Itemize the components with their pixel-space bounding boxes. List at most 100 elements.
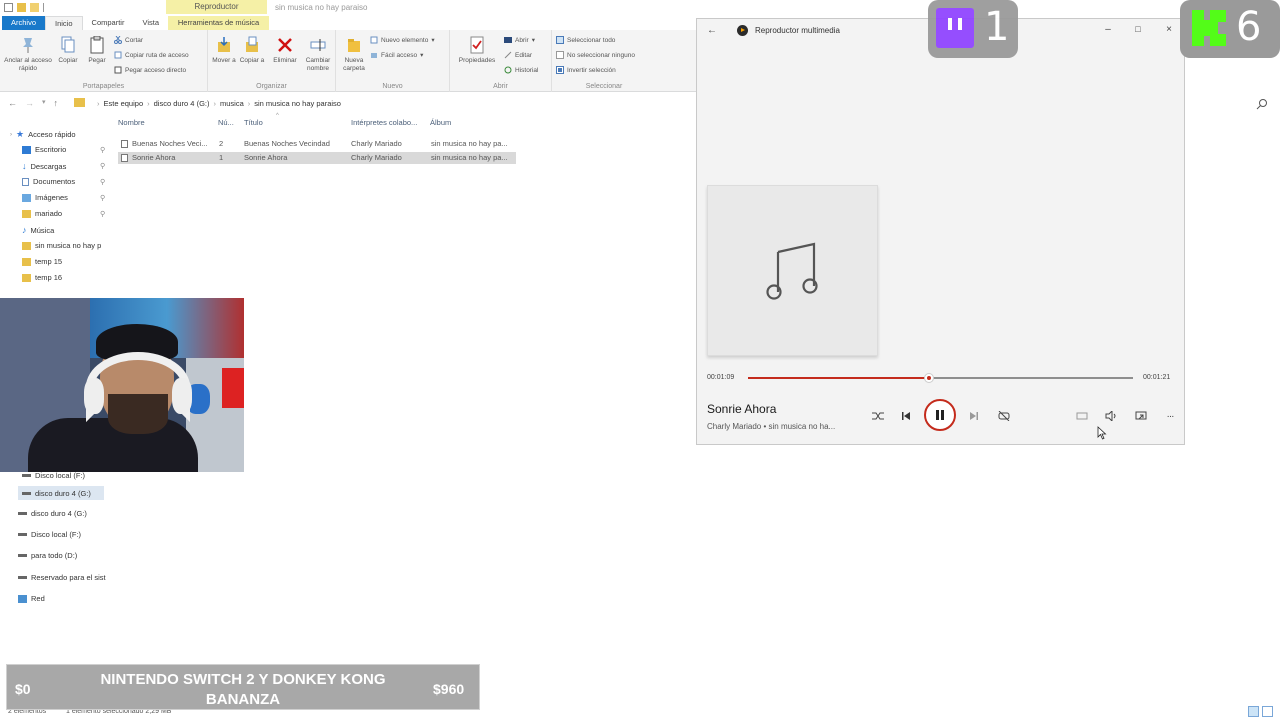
easy-access-button[interactable]: Fácil acceso ▾ [370,51,423,59]
breadcrumb-sep-icon: › [213,99,216,108]
copy-button[interactable]: Copiar [54,36,82,65]
column-header-album[interactable]: Álbum [430,118,451,127]
song-artist-album[interactable]: Charly Mariado • sin musica no ha... [707,422,835,431]
volume-button[interactable] [1103,408,1119,424]
properties-button[interactable]: Propiedades [454,36,500,65]
repeat-button[interactable] [996,408,1012,424]
nav-item-temp-15[interactable]: temp 15 [22,257,62,266]
nav-item-downloads[interactable]: ↓ Descargas ⚲ [22,161,105,171]
minimize-icon[interactable]: – [1101,24,1115,35]
back-arrow-icon[interactable]: ← [707,25,717,36]
tab-inicio[interactable]: Inicio [45,16,83,30]
breadcrumb-item[interactable]: sin musica no hay paraiso [254,99,341,108]
breadcrumb-sep-icon: › [247,99,251,108]
nav-item-drive[interactable]: para todo (D:) [18,551,77,560]
seek-bar[interactable] [748,373,1133,383]
tab-archivo[interactable]: Archivo [2,16,46,30]
history-button[interactable]: Historial [504,66,538,74]
large-icons-view-icon[interactable] [1262,706,1273,717]
column-header-name[interactable]: Nombre [118,118,145,127]
file-artist: Charly Mariado [351,153,402,162]
dropdown-caret-icon: ▾ [420,52,424,59]
open-button[interactable]: Abrir ▾ [504,36,535,44]
column-header-title[interactable]: Título [244,118,263,127]
tab-herramientas-musica[interactable]: Herramientas de música [168,16,270,30]
move-to-button[interactable]: Mover a [210,36,238,65]
new-folder-button[interactable]: Nueva carpeta [340,36,368,73]
pause-button[interactable] [924,399,956,431]
tab-vista[interactable]: Vista [133,16,168,30]
copy-to-button[interactable]: Copiar a [238,36,266,65]
cast-button[interactable] [1133,408,1149,424]
rename-button[interactable]: Cambiar nombre [302,36,334,73]
nav-item-drive[interactable]: disco duro 4 (G:) [18,509,87,518]
nav-item-desktop[interactable]: Escritorio ⚲ [22,145,105,154]
kick-viewer-count: 6 [1236,4,1262,50]
context-tab-title: Reproductor [166,0,267,14]
seek-bar-thumb[interactable] [923,373,934,383]
pin-icon: ⚲ [100,163,106,170]
details-view-icon[interactable] [1248,706,1259,717]
previous-button[interactable] [898,408,914,424]
rename-icon [310,39,326,51]
mini-player-button[interactable] [1074,408,1090,424]
maximize-icon[interactable]: □ [1131,24,1145,34]
nav-item-drive[interactable]: Disco local (F:) [22,471,85,480]
shuffle-button[interactable] [870,408,886,424]
folder-icon [22,241,31,250]
new-folder-quick-icon[interactable] [17,3,26,12]
quick-access-toolbar [4,3,44,12]
properties-quick-icon[interactable] [4,3,13,12]
invert-selection-button[interactable]: Invertir selección [556,66,616,74]
open-group: Propiedades Abrir ▾ Editar Historial Abr… [450,30,552,92]
nav-item-drive[interactable]: Disco local (F:) [18,530,81,539]
nav-item-quick-access[interactable]: › ★ Acceso rápido [10,129,76,140]
delete-button[interactable]: Eliminar [270,36,300,65]
column-header-artists[interactable]: Intérpretes colabo... [351,118,417,127]
back-arrow-icon[interactable]: ← [8,98,17,108]
copy-path-icon [114,51,122,59]
breadcrumb-item[interactable]: musica [220,99,244,108]
paste-shortcut-button[interactable]: Pegar acceso directo [114,66,186,74]
more-options-button[interactable]: ··· [1162,408,1178,424]
select-none-button[interactable]: No seleccionar ninguno [556,51,635,59]
nav-item-music[interactable]: ♪ Música [22,225,54,235]
select-group: Seleccionar todo No seleccionar ninguno … [552,30,656,92]
next-button[interactable] [966,408,982,424]
nav-item-documents[interactable]: Documentos ⚲ [22,177,105,186]
file-name: Sonrie Ahora [132,153,176,162]
nav-item-network[interactable]: Red [18,594,45,603]
pin-quick-access-button[interactable]: Anclar al acceso rápido [4,36,52,73]
repeat-off-icon [998,411,1010,421]
breadcrumb-item[interactable]: disco duro 4 (G:) [154,99,210,108]
media-player-window: ← Reproductor multimedia – □ × 00:01:09 … [696,18,1185,445]
nav-item-sin-musica[interactable]: sin musica no hay p [22,241,101,250]
nav-item-drive[interactable]: Reservado para el sist [18,573,106,582]
recent-dropdown-icon[interactable]: ▾ [42,98,46,108]
cut-button[interactable]: Cortar [114,36,143,44]
new-item-button[interactable]: Nuevo elemento ▾ [370,36,435,44]
file-name: Buenas Noches Veci... [132,139,208,148]
expand-chevron-icon[interactable]: › [10,132,12,138]
mini-player-icon [1076,412,1088,420]
select-all-button[interactable]: Seleccionar todo [556,36,615,44]
breadcrumb-item[interactable]: Este equipo [104,99,144,108]
edit-button[interactable]: Editar [504,51,532,59]
paste-button[interactable]: Pegar [84,36,110,65]
up-arrow-icon[interactable]: ↑ [54,98,59,108]
table-row-selected[interactable]: Sonrie Ahora 1 Sonrie Ahora Charly Maria… [118,152,516,164]
copy-path-button[interactable]: Copiar ruta de acceso [114,51,189,59]
column-header-number[interactable]: Nú... [218,118,234,127]
search-icon[interactable] [1256,98,1268,110]
easy-access-icon [371,53,377,58]
nav-item-drive-selected[interactable]: disco duro 4 (G:) [18,486,104,500]
nav-item-images[interactable]: Imágenes ⚲ [22,193,105,202]
nav-item-temp-16[interactable]: temp 16 [22,273,62,282]
forward-arrow-icon[interactable]: → [25,98,34,108]
close-icon[interactable]: × [1162,24,1176,35]
tab-compartir[interactable]: Compartir [83,16,134,30]
folder-quick-icon[interactable] [30,3,39,12]
toolbar-divider [43,3,44,12]
table-row[interactable]: Buenas Noches Veci... 2 Buenas Noches Ve… [118,138,516,150]
nav-item-mariado[interactable]: mariado ⚲ [22,209,105,218]
